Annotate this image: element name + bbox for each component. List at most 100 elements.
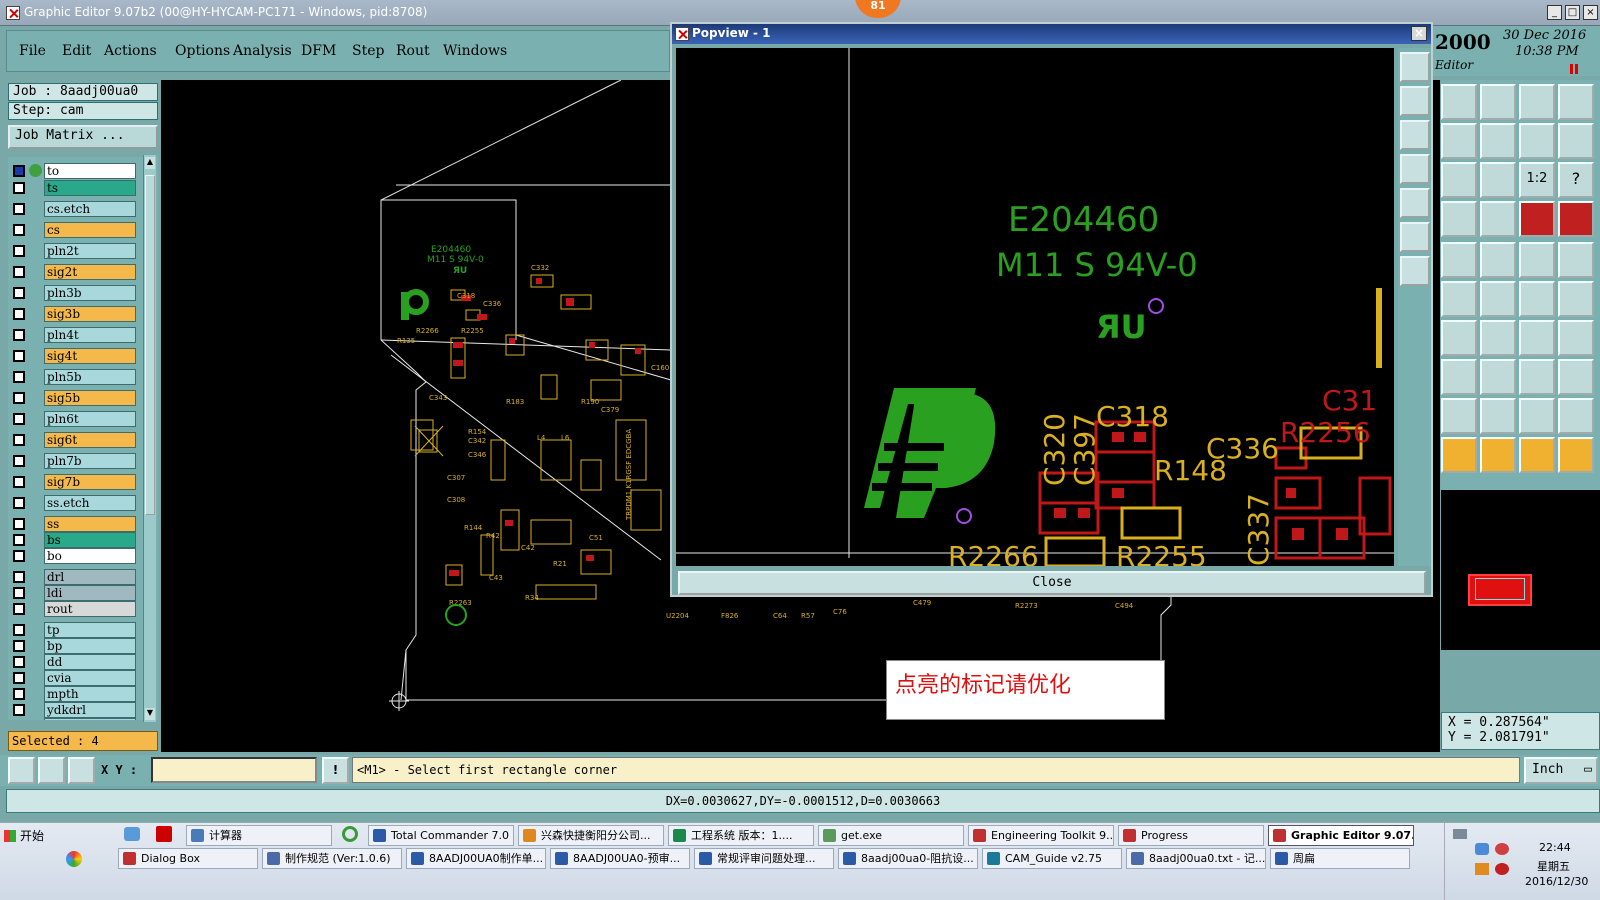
tool-triangle-alt-icon[interactable]: [1480, 398, 1516, 434]
layer-checkbox[interactable]: [13, 624, 25, 636]
task-worksheet[interactable]: 8AADJ00UA0制作单...: [406, 848, 546, 869]
popview-fit-icon[interactable]: [1400, 52, 1430, 82]
task-dialog-box[interactable]: Dialog Box: [118, 848, 258, 869]
layer-row[interactable]: mpth: [8, 686, 138, 702]
layer-checkbox[interactable]: [13, 550, 25, 562]
layer-checkbox[interactable]: [13, 656, 25, 668]
task-review-issues[interactable]: 常规评审问题处理...: [694, 848, 834, 869]
unit-selector[interactable]: Inch ▭: [1524, 757, 1598, 784]
job-matrix-button[interactable]: Job Matrix ...: [8, 125, 158, 149]
tool-dash-icon[interactable]: [1480, 359, 1516, 395]
tool-line-icon[interactable]: [1519, 281, 1555, 317]
tool-pointer-icon[interactable]: [1441, 437, 1477, 473]
task-browser-page[interactable]: 兴森快捷衡阳分公司...: [518, 825, 664, 846]
tool-left-icon[interactable]: [1441, 123, 1477, 159]
task-impedance[interactable]: 8aadj00ua0-阻抗设...: [838, 848, 978, 869]
tool-group-icon[interactable]: [1558, 359, 1594, 395]
layer-row[interactable]: ldi: [8, 585, 138, 601]
layer-row[interactable]: cs.etch: [8, 201, 138, 217]
layer-row[interactable]: cvia: [8, 670, 138, 686]
tool-triangle-icon[interactable]: [1441, 398, 1477, 434]
volume-icon[interactable]: [1475, 863, 1489, 875]
layer-row[interactable]: pln2t: [8, 243, 138, 259]
layer-checkbox[interactable]: [13, 455, 25, 467]
layer-checkbox[interactable]: [13, 587, 25, 599]
layer-row[interactable]: datecode-to: [8, 718, 138, 720]
tool-zoom-all-icon[interactable]: [1480, 162, 1516, 198]
close-window-button[interactable]: ×: [1583, 5, 1598, 20]
task-calculator[interactable]: 计算器: [186, 825, 332, 846]
snap-angle-icon[interactable]: [38, 757, 65, 784]
popview-pan-up-icon[interactable]: [1400, 86, 1430, 116]
tool-slash-icon[interactable]: [1480, 320, 1516, 356]
task-graphic-editor[interactable]: Graphic Editor 9.07...: [1268, 825, 1414, 846]
layer-row[interactable]: bp: [8, 638, 138, 654]
layer-row[interactable]: bs: [8, 532, 138, 548]
popview-canvas[interactable]: E204460 M11 S 94V-0 ЯU C320 C397 C318 R1…: [676, 48, 1394, 566]
layer-row[interactable]: ss.etch: [8, 495, 138, 511]
layer-checkbox[interactable]: [13, 640, 25, 652]
layer-checkbox[interactable]: [13, 329, 25, 341]
layer-row[interactable]: dd: [8, 654, 138, 670]
tool-split-icon[interactable]: [1519, 123, 1555, 159]
layer-row[interactable]: pln6t: [8, 411, 138, 427]
tool-ff-icon[interactable]: [1558, 320, 1594, 356]
layer-checkbox[interactable]: [13, 688, 25, 700]
minimize-button[interactable]: _: [1547, 5, 1562, 20]
menu-options[interactable]: Options: [175, 43, 230, 59]
tool-net-highlight-icon[interactable]: [1519, 201, 1555, 237]
minimap[interactable]: [1441, 490, 1600, 650]
popview-window[interactable]: Popview - 1 × E204460 M11 S 94V-0 ЯU C32…: [670, 22, 1433, 597]
layer-checkbox[interactable]: [13, 245, 25, 257]
menu-windows[interactable]: Windows: [443, 43, 507, 59]
menu-dfm[interactable]: DFM: [301, 43, 336, 59]
popview-pan-left-icon[interactable]: [1400, 154, 1430, 184]
task-pre-review[interactable]: 8AADJ00UA0-预审...: [550, 848, 690, 869]
tool-home-up-icon[interactable]: [1441, 84, 1477, 120]
layer-checkbox[interactable]: [13, 476, 25, 488]
scroll-up-icon[interactable]: ▲: [145, 157, 155, 169]
menu-step[interactable]: Step: [352, 43, 384, 59]
layer-checkbox[interactable]: [13, 266, 25, 278]
menu-actions[interactable]: Actions: [104, 43, 157, 59]
layer-row[interactable]: ts: [8, 180, 138, 196]
tool-ruler-icon[interactable]: [1519, 242, 1555, 278]
layer-row[interactable]: pln4t: [8, 327, 138, 343]
tool-pointer-multi-icon[interactable]: [1558, 437, 1594, 473]
flower-app-icon[interactable]: [66, 851, 82, 867]
tool-a-alt-icon[interactable]: [1558, 398, 1594, 434]
layer-row[interactable]: sig7b: [8, 474, 138, 490]
tool-home-down-icon[interactable]: [1480, 84, 1516, 120]
layer-row[interactable]: sig5b: [8, 390, 138, 406]
tool-angle-icon[interactable]: [1441, 320, 1477, 356]
tool-pointer-alt-icon[interactable]: [1519, 437, 1555, 473]
tool-right-icon[interactable]: [1480, 123, 1516, 159]
tool-circle-icon[interactable]: [1558, 242, 1594, 278]
task-notepad[interactable]: 8aadj00ua0.txt - 记...: [1126, 848, 1266, 869]
menu-edit[interactable]: Edit: [62, 43, 91, 59]
layer-checkbox[interactable]: [13, 182, 25, 194]
popview-close-button[interactable]: Close: [678, 571, 1426, 595]
task-progress[interactable]: Progress: [1118, 825, 1264, 846]
layer-checkbox[interactable]: [13, 497, 25, 509]
start-button[interactable]: 开始: [2, 825, 62, 847]
layer-checkbox[interactable]: [13, 672, 25, 684]
alert-icon[interactable]: !: [322, 757, 349, 784]
layer-checkbox[interactable]: [13, 392, 25, 404]
task-user[interactable]: 周扁: [1270, 848, 1410, 869]
layer-row[interactable]: pln7b: [8, 453, 138, 469]
layer-checkbox[interactable]: [13, 224, 25, 236]
layer-checkbox[interactable]: [13, 534, 25, 546]
tool-house-icon[interactable]: [1519, 84, 1555, 120]
task-cam-guide[interactable]: CAM_Guide v2.75: [982, 848, 1122, 869]
browser-icon[interactable]: [342, 826, 358, 842]
layer-row[interactable]: ss: [8, 516, 138, 532]
tool-fit-icon[interactable]: [1441, 162, 1477, 198]
layer-row[interactable]: bo: [8, 548, 138, 564]
layer-row[interactable]: ydkdrl: [8, 702, 138, 718]
layer-row[interactable]: sig4t: [8, 348, 138, 364]
layer-checkbox[interactable]: [13, 350, 25, 362]
layer-row[interactable]: cs: [8, 222, 138, 238]
menu-rout[interactable]: Rout: [396, 43, 430, 59]
tool-measure-icon[interactable]: [1441, 201, 1477, 237]
